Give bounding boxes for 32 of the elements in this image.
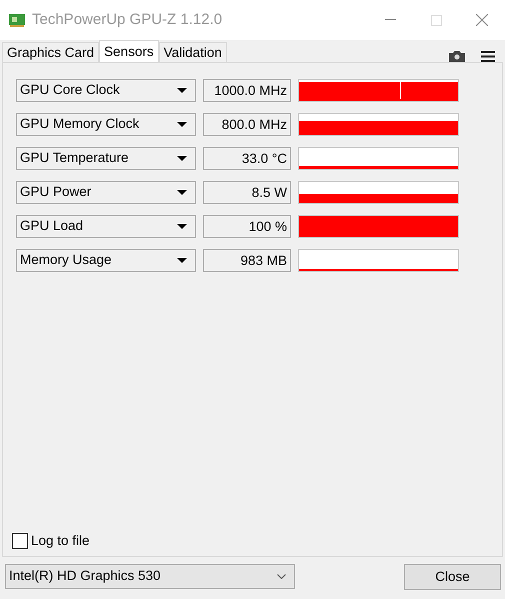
checkbox-label[interactable]: Log to file (31, 530, 90, 551)
sensor-value: 1000.0 MHz (203, 79, 291, 102)
dropdown-arrow-icon (177, 258, 187, 263)
sensor-value: 100 % (203, 215, 291, 238)
minimize-icon[interactable] (384, 19, 396, 21)
window-title: TechPowerUp GPU-Z 1.12.0 (32, 10, 222, 30)
sensor-value: 800.0 MHz (203, 113, 291, 136)
sensor-dropdown[interactable]: GPU Power (16, 181, 196, 204)
dropdown-arrow-icon (177, 190, 187, 195)
dropdown-arrow-icon (177, 88, 187, 93)
sensor-dropdown[interactable]: GPU Core Clock (16, 79, 196, 102)
sensor-dropdown[interactable]: GPU Load (16, 215, 196, 238)
dropdown-arrow-icon (177, 224, 187, 229)
sensor-value: 33.0 °C (203, 147, 291, 170)
tab[interactable]: Sensors (99, 40, 159, 62)
checkbox[interactable] (12, 532, 28, 549)
dropdown-arrow-icon (177, 156, 187, 161)
close-button[interactable]: Close (404, 564, 501, 590)
sensor-dropdown[interactable]: Memory Usage (16, 249, 196, 272)
dropdown-arrow-icon (177, 122, 187, 127)
close-icon[interactable] (476, 14, 488, 26)
camera-icon[interactable] (449, 50, 465, 62)
app-icon (8, 12, 26, 28)
chevron-icon (277, 574, 286, 579)
sensor-value: 8.5 W (203, 181, 291, 204)
menu-icon[interactable] (481, 50, 495, 62)
sensor-dropdown[interactable]: GPU Memory Clock (16, 113, 196, 136)
gpu-select[interactable]: Intel(R) HD Graphics 530 (5, 564, 295, 589)
sensor-dropdown[interactable]: GPU Temperature (16, 147, 196, 170)
tab[interactable]: Validation (158, 42, 227, 62)
sensor-value: 983 MB (203, 249, 291, 272)
tab[interactable]: Graphics Card (2, 42, 100, 62)
